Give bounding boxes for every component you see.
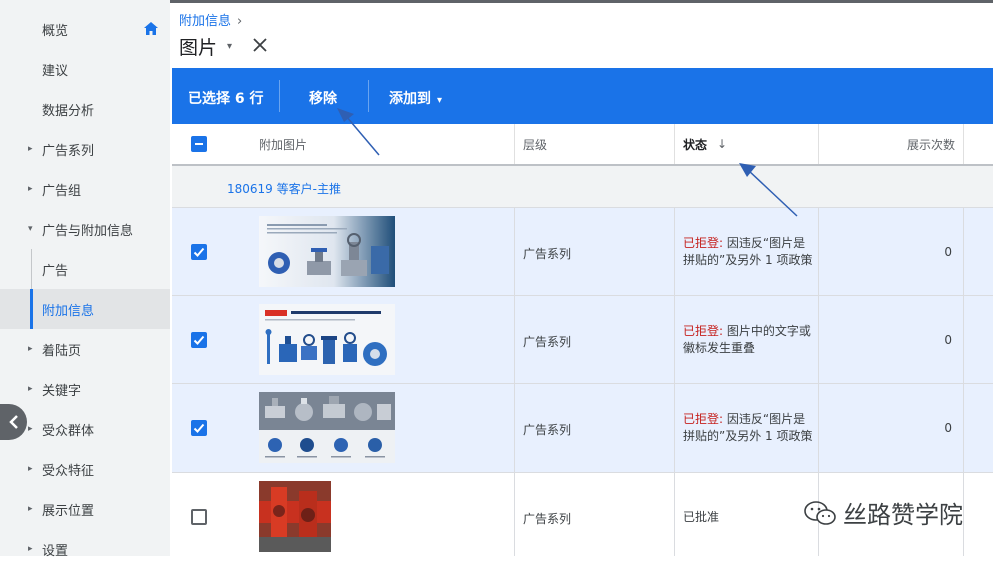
watermark-text: 丝路赞学院	[843, 501, 963, 529]
arrow-to-remove-icon	[337, 108, 380, 156]
wechat-icon	[804, 500, 836, 525]
watermark: 丝路赞学院	[803, 495, 963, 530]
arrow-to-status-icon	[739, 163, 798, 217]
annotation-arrows	[337, 108, 798, 217]
